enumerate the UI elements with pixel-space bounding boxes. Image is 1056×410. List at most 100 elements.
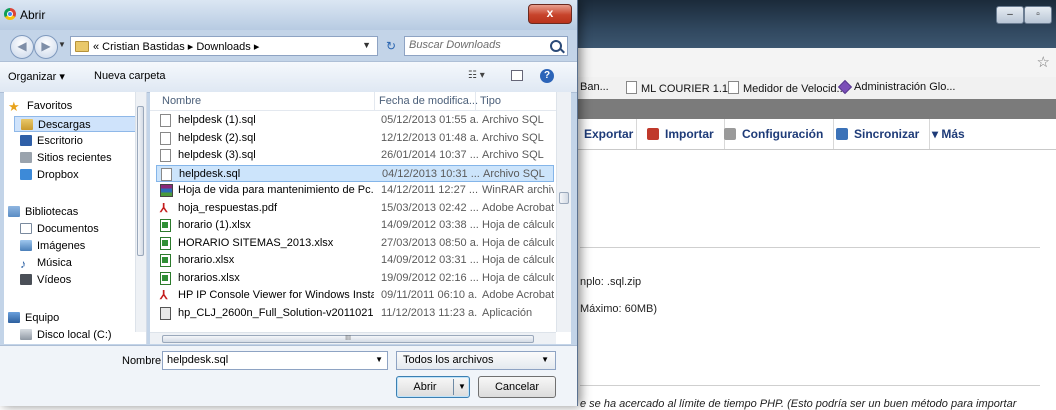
close-button[interactable]: x [528, 4, 572, 24]
nav-scrollbar[interactable] [135, 92, 146, 332]
nav-scrollbar-thumb[interactable] [137, 106, 144, 256]
tab-sincronizar[interactable]: Sincronizar [826, 119, 931, 149]
bookmark-item[interactable]: Ban... [580, 81, 609, 93]
file-date: 09/11/2011 06:10 a... [381, 289, 478, 301]
bookmark-item[interactable]: Medidor de Velocid... [728, 81, 846, 95]
bookmark-label: ML COURIER 1.1 [641, 83, 729, 95]
bookmark-item[interactable]: Administración Glo... [837, 79, 955, 95]
file-list-hscrollbar[interactable]: III [150, 332, 556, 344]
page-icon [626, 81, 637, 94]
help-icon[interactable]: ? [540, 69, 554, 83]
tab-mas[interactable]: ▾ Más [922, 119, 975, 149]
column-divider[interactable] [475, 92, 476, 110]
file-row[interactable]: helpdesk (3).sql 26/01/2014 10:37 ... Arch… [156, 147, 554, 164]
nav-label: Sitios recientes [37, 152, 112, 164]
file-row[interactable]: helpdesk.sql 04/12/2013 10:31 ... Archivo … [156, 164, 554, 182]
nav-equipo[interactable]: Equipo [8, 310, 146, 326]
exe-file-icon [160, 306, 171, 320]
nav-documentos[interactable]: Documentos [20, 221, 146, 237]
file-row[interactable]: hp_CLJ_2600n_Full_Solution-v20110217-5..… [156, 305, 554, 322]
organize-button[interactable]: Organizar ▾ [8, 70, 65, 83]
rar-file-icon [160, 184, 173, 197]
file-row[interactable]: helpdesk (2).sql 12/12/2013 01:48 a... Arc… [156, 130, 554, 147]
file-name: hp_CLJ_2600n_Full_Solution-v20110217-5..… [178, 306, 374, 319]
nav-videos[interactable]: Vídeos [20, 272, 146, 288]
nav-sitios-recientes[interactable]: Sitios recientes [20, 150, 146, 166]
column-date-header[interactable]: Fecha de modifica... [379, 95, 478, 107]
file-row[interactable]: horario.xlsx 14/09/2012 03:31 ... Hoja de … [156, 252, 554, 269]
refresh-button[interactable]: ↻ [382, 36, 400, 56]
bookmark-item[interactable]: ML COURIER 1.1 [626, 81, 728, 95]
navigation-pane: ★ Favoritos Descargas Escritorio Sitios r… [4, 92, 147, 344]
tab-importar[interactable]: Importar [636, 119, 725, 149]
search-box[interactable] [404, 36, 568, 56]
file-list-scrollbar[interactable] [556, 92, 571, 332]
file-row[interactable]: helpdesk (1).sql 05/12/2013 01:55 a... Arc… [156, 112, 554, 129]
nav-imagenes[interactable]: Imágenes [20, 238, 146, 254]
php-timeout-text: e se ha acercado al límite de tiempo PHP… [580, 398, 1017, 410]
preview-pane-button[interactable] [511, 70, 523, 81]
sql-file-icon [161, 167, 172, 181]
browser-maximize-button[interactable]: ▫ [1024, 6, 1052, 24]
filename-input[interactable] [167, 354, 367, 366]
nav-disco-local[interactable]: Disco local (C:) [20, 327, 146, 343]
bookmark-star-icon[interactable]: ☆ [1037, 53, 1050, 71]
cancel-button[interactable]: Cancelar [478, 376, 556, 398]
file-row[interactable]: Hoja de vida para mantenimiento de Pc.ra… [156, 182, 554, 199]
open-options-dropdown[interactable]: ▼ [458, 377, 466, 397]
nav-label: Bibliotecas [25, 206, 79, 218]
open-button[interactable]: Abrir ▼ [396, 376, 470, 398]
nav-favoritos[interactable]: ★ Favoritos [8, 98, 146, 114]
nav-musica[interactable]: ♪ Música [20, 255, 146, 271]
browser-minimize-button[interactable]: – [996, 6, 1024, 24]
file-row[interactable]: horario (1).xlsx 14/09/2012 03:38 ... Hoja… [156, 217, 554, 234]
file-name: helpdesk (3).sql [178, 149, 256, 161]
file-list-hscrollbar-thumb[interactable]: III [162, 335, 534, 343]
column-type-header[interactable]: Tipo [480, 95, 501, 107]
file-date: 19/09/2012 02:16 ... [381, 271, 478, 284]
search-icon[interactable] [550, 40, 562, 52]
forward-button[interactable]: ▶ [34, 35, 58, 59]
tab-label: Sincronizar [854, 127, 920, 141]
file-row[interactable]: HORARIO SITEMAS_2013.xlsx 27/03/2013 08:5… [156, 235, 554, 252]
view-options-button[interactable]: ☷ ▾ [468, 70, 485, 81]
open-label: Abrir [413, 381, 437, 393]
file-list-scrollbar-thumb[interactable] [559, 192, 569, 204]
nav-descargas[interactable]: Descargas [14, 116, 138, 132]
file-row[interactable]: ⅄ hoja_respuestas.pdf 15/03/2013 02:42 ...… [156, 200, 554, 217]
address-bar[interactable]: « Cristian Bastidas ▸ Downloads ▸ ▼ [70, 36, 378, 56]
nav-dropbox[interactable]: Dropbox [20, 167, 146, 183]
hard-drive-icon [20, 329, 32, 340]
chevron-down-icon[interactable]: ▼ [362, 40, 371, 50]
column-name-header[interactable]: Nombre [162, 95, 201, 107]
nav-label: Música [37, 257, 72, 269]
filename-combobox[interactable]: ▼ [162, 351, 388, 370]
file-type: Adobe Acrobat D [482, 201, 554, 214]
file-date: 04/12/2013 10:31 ... [382, 167, 479, 180]
chrome-icon [4, 8, 16, 20]
address-row: ◀ ▶ ▼ « Cristian Bastidas ▸ Downloads ▸ … [0, 30, 577, 60]
sql-file-icon [160, 149, 171, 162]
tab-exportar[interactable]: Exportar [574, 119, 645, 149]
recent-locations-dropdown[interactable]: ▼ [58, 40, 66, 49]
search-input[interactable] [409, 39, 539, 51]
dropbox-icon [20, 169, 32, 180]
file-type-select[interactable]: Todos los archivos ▼ [396, 351, 556, 370]
chevron-down-icon[interactable]: ▼ [375, 355, 383, 364]
divider [580, 247, 1040, 248]
breadcrumb[interactable]: « Cristian Bastidas ▸ Downloads ▸ [93, 40, 259, 53]
pdf-file-icon: ⅄ [160, 200, 168, 215]
column-divider[interactable] [374, 92, 375, 110]
file-name: horarios.xlsx [178, 271, 240, 284]
file-row[interactable]: ⅄ HP IP Console Viewer for Windows Instal… [156, 287, 554, 304]
nav-escritorio[interactable]: Escritorio [20, 133, 146, 149]
file-list: Nombre Fecha de modifica... Tipo helpdes… [150, 92, 571, 344]
nav-label: Descargas [38, 119, 91, 131]
new-folder-button[interactable]: Nueva carpeta [94, 70, 166, 82]
nav-bibliotecas[interactable]: Bibliotecas [8, 204, 146, 220]
tab-configuracion[interactable]: Configuración [714, 119, 835, 149]
back-button[interactable]: ◀ [10, 35, 34, 59]
forward-arrow-icon: ▶ [41, 39, 51, 53]
file-type: Adobe Acrobat D [482, 289, 554, 301]
file-row[interactable]: horarios.xlsx 19/09/2012 02:16 ... Hoja de… [156, 270, 554, 287]
